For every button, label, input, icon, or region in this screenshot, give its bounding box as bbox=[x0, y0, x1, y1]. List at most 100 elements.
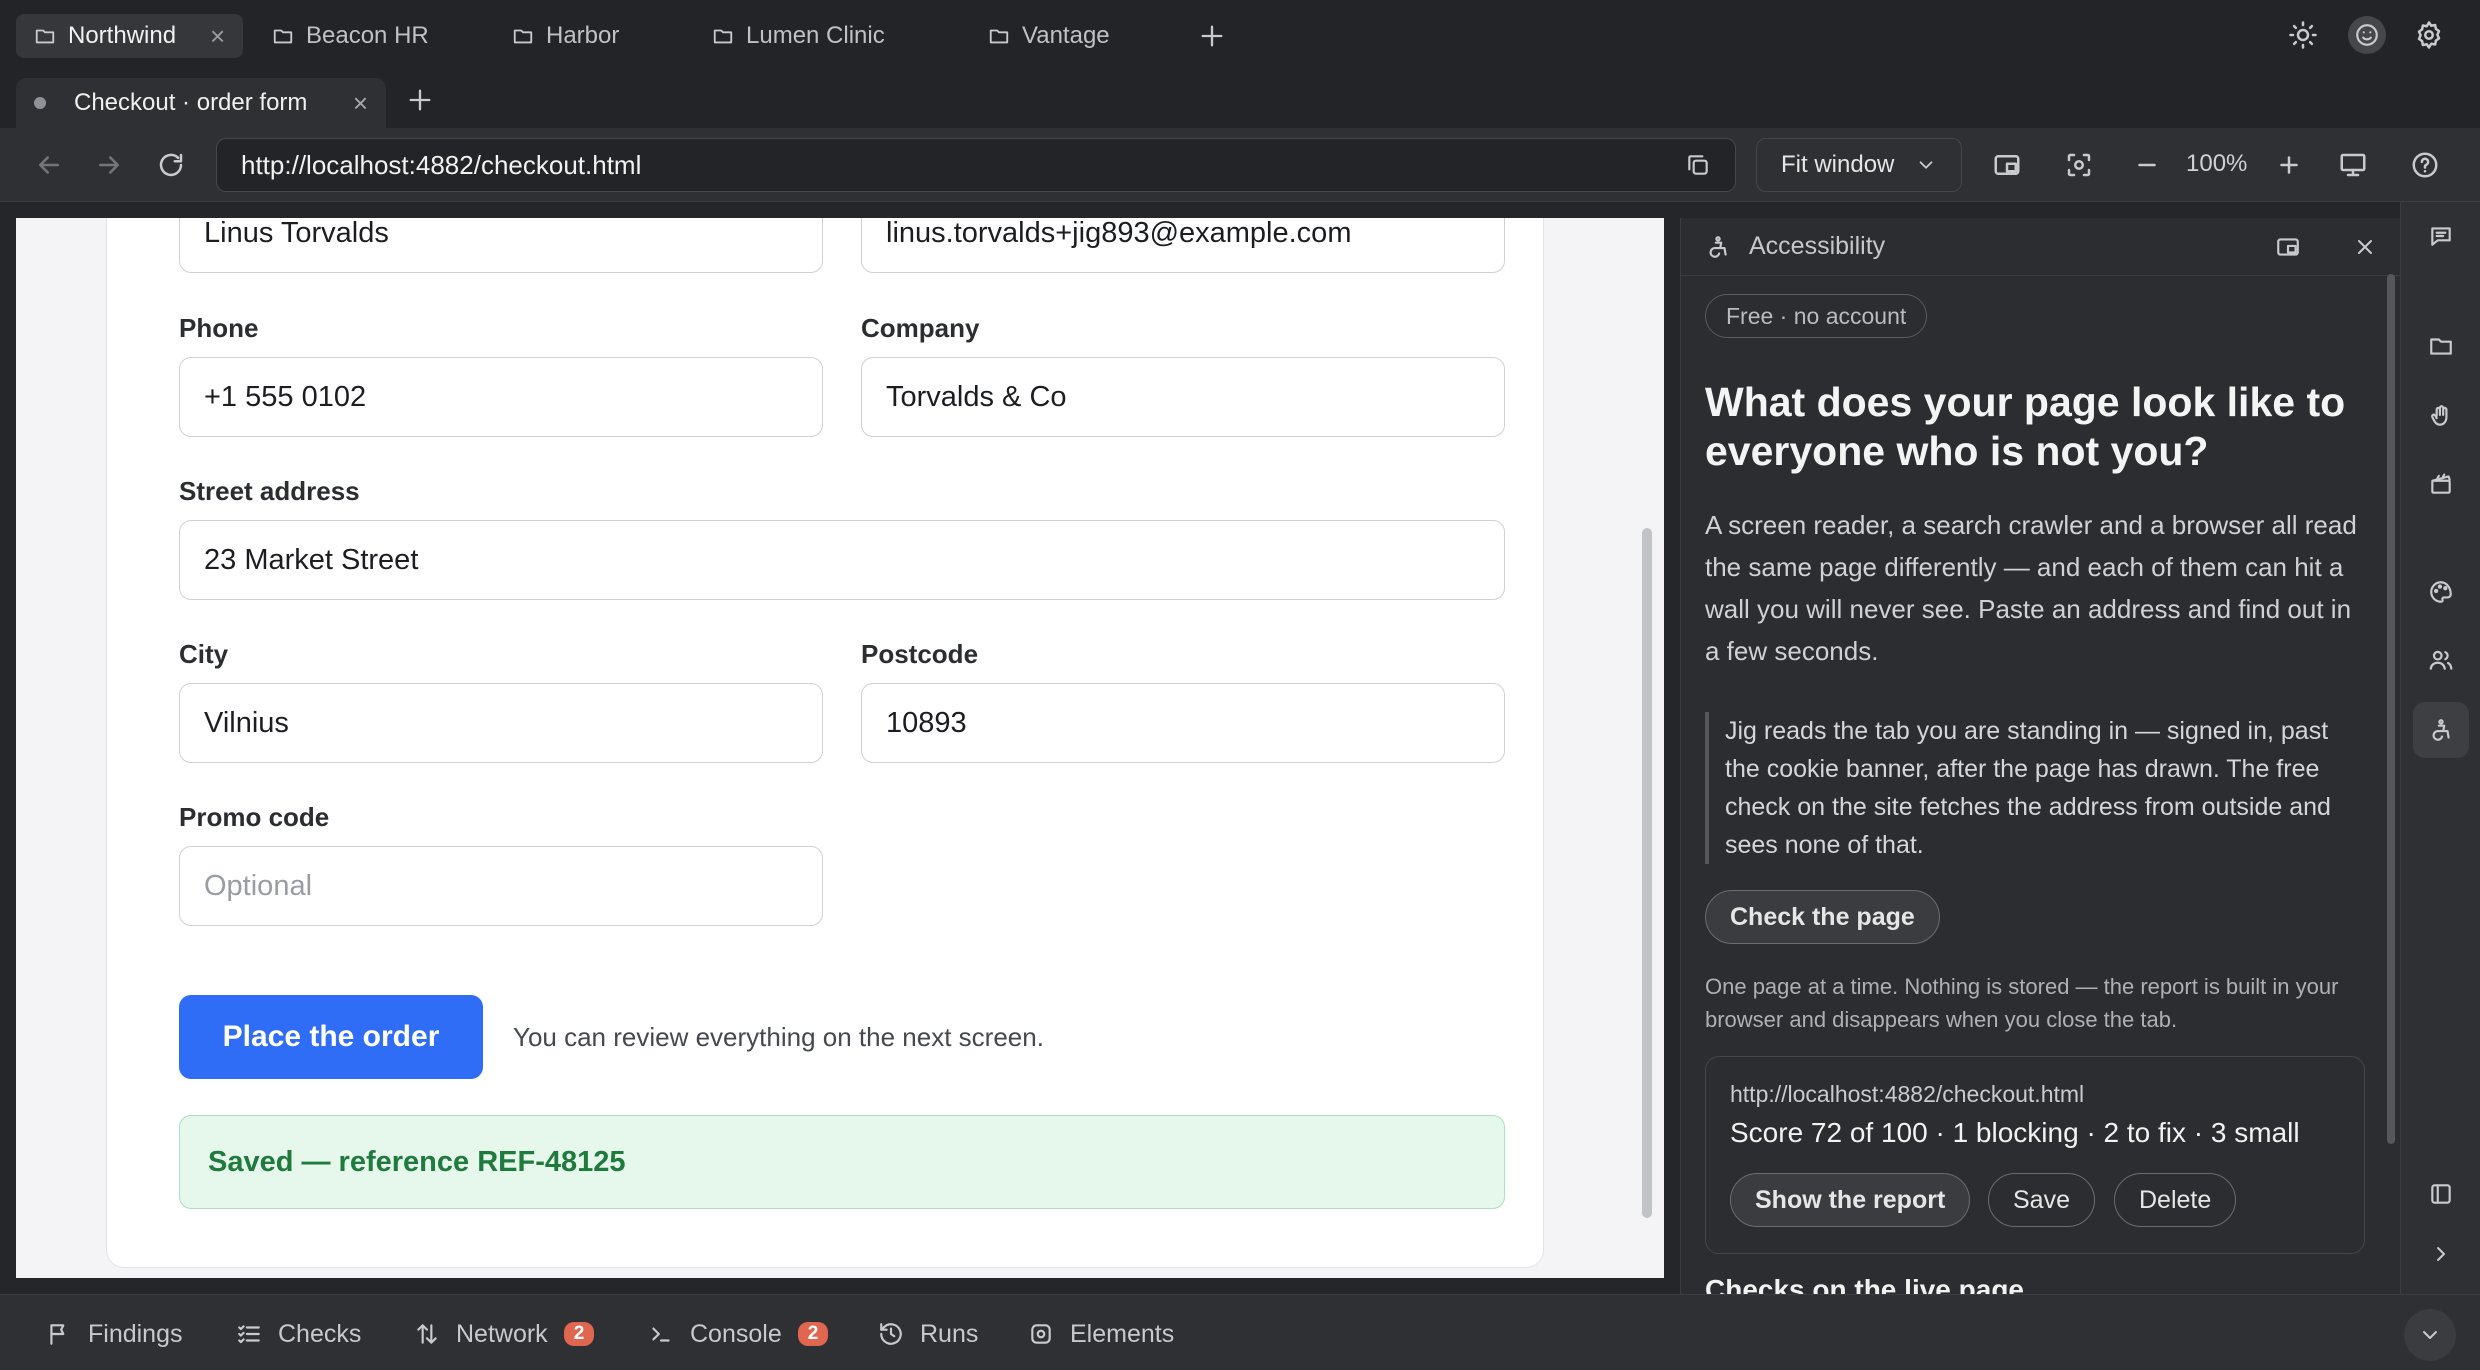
tab-checks[interactable]: Checks bbox=[236, 1317, 361, 1351]
fit-window-dropdown[interactable]: Fit window bbox=[1756, 138, 1962, 192]
tab-label: Findings bbox=[88, 1319, 183, 1348]
workspace-tab-harbor[interactable]: Harbor bbox=[494, 14, 637, 58]
users-icon[interactable] bbox=[2421, 640, 2461, 680]
network-count-badge: 2 bbox=[563, 1322, 595, 1346]
smiley-icon bbox=[2356, 24, 2378, 46]
folder-icon[interactable] bbox=[2421, 326, 2461, 366]
postcode-field[interactable]: 10893 bbox=[861, 683, 1505, 763]
name-field[interactable]: Linus Torvalds bbox=[179, 218, 823, 273]
report-card: http://localhost:4882/checkout.html Scor… bbox=[1705, 1056, 2365, 1254]
new-tab-icon[interactable] bbox=[406, 86, 434, 114]
panel-intro: A screen reader, a search crawler and a … bbox=[1705, 510, 2357, 666]
close-icon[interactable]: × bbox=[353, 88, 368, 119]
panel-note: One page at a time. Nothing is stored — … bbox=[1705, 974, 2339, 1032]
forward-icon[interactable] bbox=[94, 150, 124, 180]
tab-network[interactable]: Network 2 bbox=[414, 1317, 595, 1351]
avatar[interactable] bbox=[2348, 16, 2386, 54]
detach-panel-icon[interactable] bbox=[2275, 234, 2301, 260]
zoom-in-icon[interactable] bbox=[2274, 150, 2304, 180]
folder-icon bbox=[513, 29, 533, 44]
copy-icon[interactable] bbox=[1685, 152, 1711, 178]
workspace-tab-label: Beacon HR bbox=[306, 22, 429, 49]
screenshot-icon[interactable] bbox=[2064, 150, 2094, 180]
tab-elements[interactable]: Elements bbox=[1028, 1317, 1174, 1351]
submit-hint: You can review everything on the next sc… bbox=[513, 1022, 1044, 1052]
tab-runs[interactable]: Runs bbox=[878, 1317, 978, 1351]
arrows-icon bbox=[417, 1324, 437, 1344]
gear-icon[interactable] bbox=[2414, 20, 2444, 50]
close-icon[interactable]: × bbox=[210, 21, 225, 52]
panel-headline: What does your page look like to everyon… bbox=[1705, 379, 2346, 474]
bottom-panel-tabs: Findings Checks Network 2 Console 2 Runs… bbox=[0, 1294, 2480, 1370]
close-icon[interactable] bbox=[2353, 235, 2377, 259]
tab-console[interactable]: Console 2 bbox=[648, 1317, 829, 1351]
company-field[interactable]: Torvalds & Co bbox=[861, 357, 1505, 437]
reload-icon[interactable] bbox=[156, 150, 186, 180]
workspace-tab-lumen-clinic[interactable]: Lumen Clinic bbox=[694, 14, 903, 58]
email-field[interactable]: linus.torvalds+jig893@example.com bbox=[861, 218, 1505, 273]
folder-icon bbox=[713, 29, 733, 44]
fit-window-label: Fit window bbox=[1781, 151, 1895, 178]
show-report-button[interactable]: Show the report bbox=[1730, 1173, 1971, 1227]
desktop-icon[interactable] bbox=[2338, 150, 2368, 180]
picture-in-picture-icon[interactable] bbox=[1992, 150, 2022, 180]
console-count-badge: 2 bbox=[797, 1322, 829, 1346]
street-field-value: 23 Market Street bbox=[204, 543, 419, 576]
tab-label: Console bbox=[690, 1319, 782, 1348]
accessibility-icon[interactable] bbox=[2413, 702, 2469, 758]
panel-quote: Jig reads the tab you are standing in — … bbox=[1705, 712, 2365, 864]
workspace-tab-vantage[interactable]: Vantage bbox=[970, 14, 1128, 58]
chevron-down-icon bbox=[1919, 161, 1933, 169]
accessibility-panel: Accessibility Free · no account What doe… bbox=[1680, 218, 2400, 1294]
help-icon[interactable] bbox=[2410, 150, 2440, 180]
checklist-icon bbox=[238, 1325, 260, 1344]
page-tab-checkout[interactable]: Checkout · order form × bbox=[16, 78, 386, 128]
place-order-button[interactable]: Place the order bbox=[179, 995, 483, 1079]
saved-message: Saved — reference REF-48125 bbox=[208, 1145, 626, 1178]
checks-section-heading: Checks on the live page bbox=[1705, 1274, 2024, 1294]
page-tab-title: Checkout · order form bbox=[74, 89, 308, 116]
name-field-value: Linus Torvalds bbox=[204, 218, 389, 249]
workspace-tab-beacon-hr[interactable]: Beacon HR bbox=[254, 14, 447, 58]
tab-findings[interactable]: Findings bbox=[46, 1317, 183, 1351]
theme-sun-icon[interactable] bbox=[2288, 20, 2318, 50]
flag-icon bbox=[50, 1324, 65, 1345]
street-field[interactable]: 23 Market Street bbox=[179, 520, 1505, 600]
zoom-out-icon[interactable] bbox=[2132, 150, 2162, 180]
panel-header: Accessibility bbox=[1681, 218, 2400, 276]
save-report-button[interactable]: Save bbox=[1988, 1173, 2095, 1227]
panel-scrollbar[interactable] bbox=[2387, 274, 2395, 1144]
back-icon[interactable] bbox=[34, 150, 64, 180]
url-bar[interactable]: http://localhost:4882/checkout.html bbox=[216, 138, 1736, 192]
workspace-tab-label: Lumen Clinic bbox=[746, 22, 885, 49]
workspace-tab-northwind[interactable]: Northwind × bbox=[16, 14, 244, 58]
hand-icon[interactable] bbox=[2421, 396, 2461, 436]
page-scrollbar[interactable] bbox=[1642, 528, 1652, 1218]
comments-icon[interactable] bbox=[2421, 216, 2461, 256]
city-field[interactable]: Vilnius bbox=[179, 683, 823, 763]
collapse-panel-button[interactable] bbox=[2404, 1309, 2456, 1361]
street-label: Street address bbox=[179, 476, 360, 506]
tab-label: Network bbox=[456, 1319, 548, 1348]
palette-icon[interactable] bbox=[2421, 572, 2461, 612]
folder-icon bbox=[273, 29, 293, 44]
sidebar-toggle-icon[interactable] bbox=[2421, 1174, 2461, 1214]
tab-label: Runs bbox=[920, 1319, 979, 1348]
chevron-right-icon[interactable] bbox=[2421, 1234, 2461, 1274]
checkout-form-card: Linus Torvalds linus.torvalds+jig893@exa… bbox=[106, 218, 1544, 1268]
right-rail bbox=[2400, 202, 2480, 1294]
city-field-value: Vilnius bbox=[204, 706, 289, 739]
delete-report-button[interactable]: Delete bbox=[2114, 1173, 2237, 1227]
promo-code-field[interactable]: Optional bbox=[179, 846, 823, 926]
tab-label: Checks bbox=[278, 1319, 362, 1348]
pricing-pill: Free · no account bbox=[1705, 294, 1928, 338]
phone-field[interactable]: +1 555 0102 bbox=[179, 357, 823, 437]
panel-title: Accessibility bbox=[1749, 232, 1886, 260]
check-page-button[interactable]: Check the page bbox=[1705, 890, 1940, 944]
add-workspace-icon[interactable] bbox=[1198, 22, 1226, 50]
postcode-field-value: 10893 bbox=[886, 706, 967, 739]
chevron-down-icon bbox=[2423, 1331, 2437, 1339]
clapperboard-icon[interactable] bbox=[2421, 464, 2461, 504]
page-viewport: Linus Torvalds linus.torvalds+jig893@exa… bbox=[16, 218, 1664, 1278]
workspace-tab-label: Vantage bbox=[1022, 22, 1110, 49]
